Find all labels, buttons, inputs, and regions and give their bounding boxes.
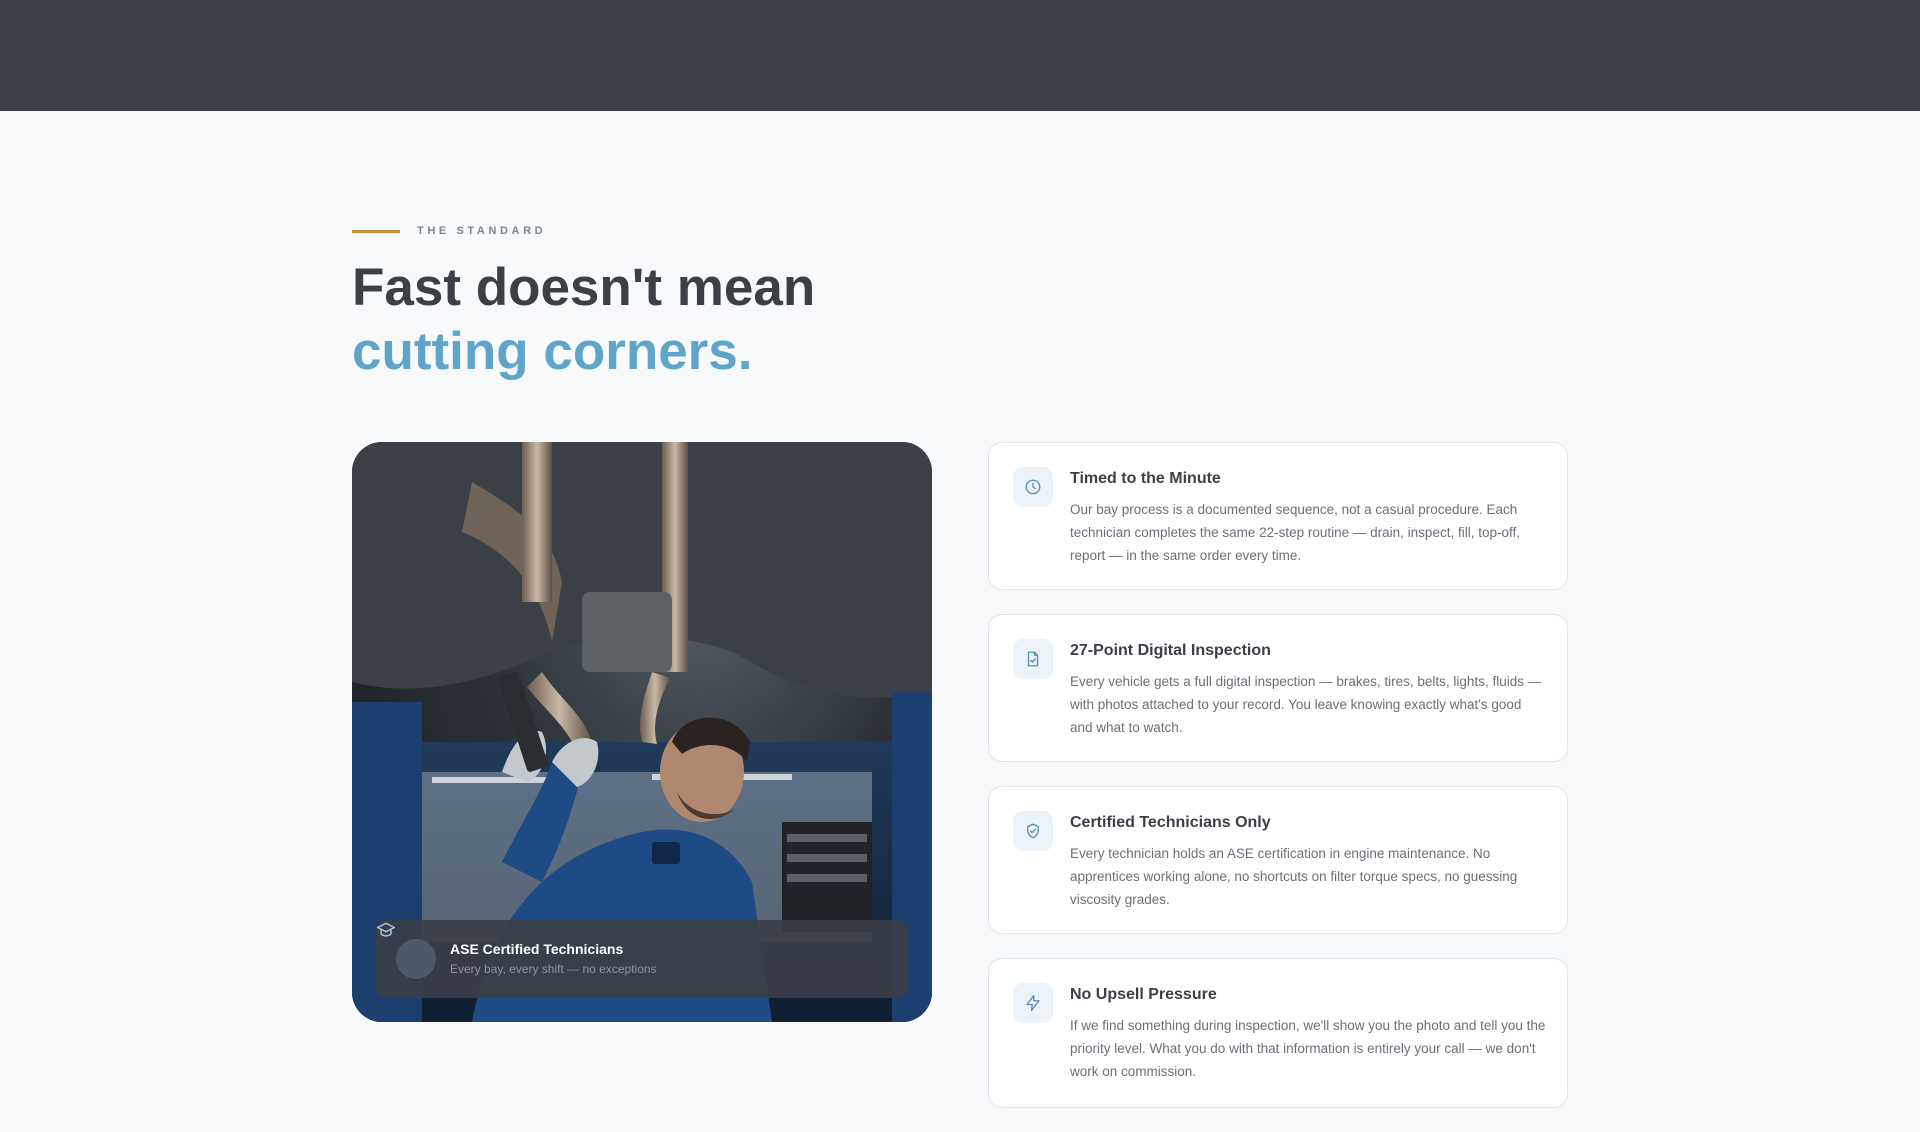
photo-caption: ASE Certified Technicians Every bay, eve… — [376, 920, 908, 998]
feature-title: No Upsell Pressure — [1070, 986, 1217, 1003]
shield-check-icon — [1013, 811, 1053, 851]
caption-subtitle: Every bay, every shift — no exceptions — [450, 962, 657, 976]
feature-body: Our bay process is a documented sequence… — [1070, 502, 1520, 563]
headline-line-1: Fast doesn't mean — [352, 258, 816, 317]
file-check-icon — [1013, 639, 1053, 679]
feature-body: Every vehicle gets a full digital inspec… — [1070, 674, 1542, 735]
technician-photo: ASE Certified Technicians Every bay, eve… — [352, 442, 932, 1022]
eyebrow-label: THE STANDARD — [417, 225, 547, 237]
feature-title: 27-Point Digital Inspection — [1070, 642, 1271, 659]
eyebrow-rule — [352, 229, 400, 233]
feature-title: Certified Technicians Only — [1070, 814, 1271, 831]
feature-body: Every technician holds an ASE certificat… — [1070, 846, 1518, 907]
section-headline: Fast doesn't mean cutting corners. — [352, 256, 815, 384]
feature-body: If we find something during inspection, … — [1070, 1018, 1546, 1079]
feature-card-list: Timed to the Minute Our bay process is a… — [988, 442, 1568, 1132]
top-navigation-bar — [0, 0, 1920, 111]
graduation-cap-icon — [376, 922, 436, 979]
feature-card-certified: Certified Technicians Only Every technic… — [988, 786, 1568, 934]
feature-card-inspection: 27-Point Digital Inspection Every vehicl… — [988, 614, 1568, 762]
feature-card-timed: Timed to the Minute Our bay process is a… — [988, 442, 1568, 590]
feature-title: Timed to the Minute — [1070, 470, 1221, 487]
section-eyebrow: THE STANDARD — [352, 223, 546, 239]
lightning-icon — [1013, 983, 1053, 1023]
clock-icon — [1013, 467, 1053, 507]
caption-title: ASE Certified Technicians — [450, 941, 624, 957]
feature-card-no-upsell: No Upsell Pressure If we find something … — [988, 958, 1568, 1108]
headline-line-2: cutting corners. — [352, 322, 753, 381]
